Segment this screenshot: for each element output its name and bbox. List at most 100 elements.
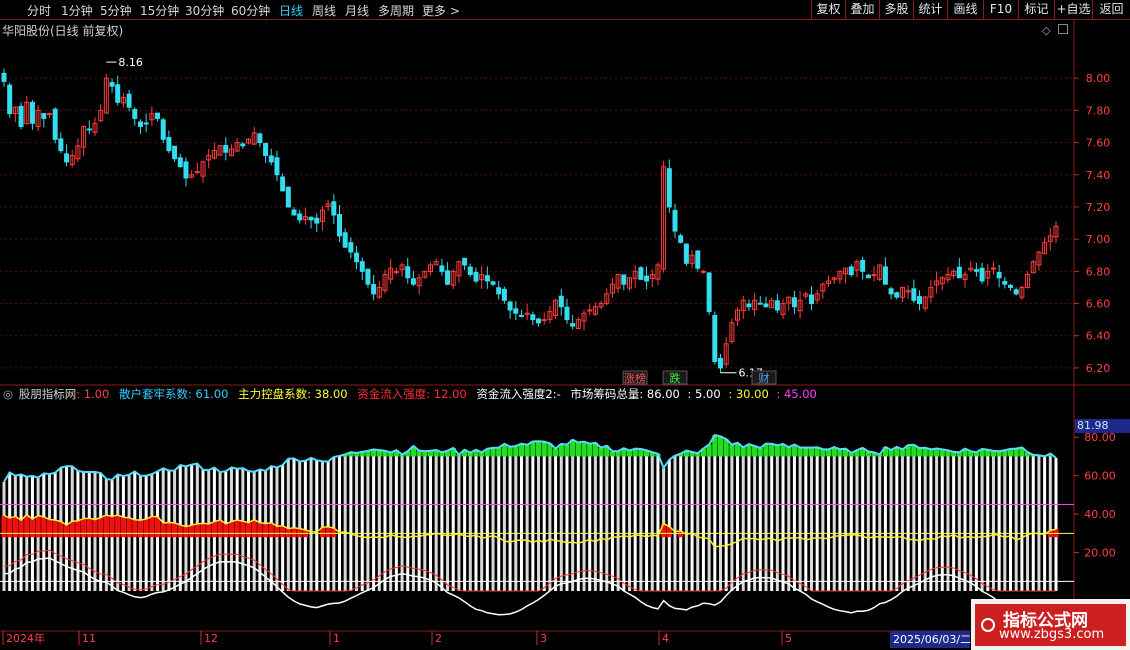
stripe-bar bbox=[696, 453, 700, 591]
stripe-bar bbox=[645, 450, 649, 591]
rbtn-5[interactable]: F10 bbox=[983, 0, 1018, 19]
time-tick-label: 12 bbox=[204, 632, 218, 645]
rbtn-4[interactable]: 画线 bbox=[947, 0, 983, 19]
red-zone-bar bbox=[81, 518, 87, 538]
tab-1[interactable]: 1分钟 bbox=[61, 2, 93, 19]
stripe-bar bbox=[1014, 448, 1018, 591]
rbtn-8[interactable]: 返回 bbox=[1092, 0, 1130, 19]
candle-body bbox=[672, 209, 678, 232]
ind-extra-0: : 5.00 bbox=[687, 387, 721, 401]
stripe-bar bbox=[480, 452, 484, 591]
green-zone-bar bbox=[507, 446, 513, 457]
stripe-bar bbox=[849, 452, 853, 591]
green-zone-bar bbox=[518, 443, 525, 457]
price-tick-label: 6.40 bbox=[1086, 330, 1111, 343]
rbtn-7[interactable]: +自选 bbox=[1054, 0, 1092, 19]
stripe-bar bbox=[502, 443, 506, 591]
candle-body bbox=[570, 323, 576, 327]
indicator-name[interactable]: 股朋指标网 bbox=[19, 387, 77, 401]
tab-2[interactable]: 5分钟 bbox=[100, 2, 132, 19]
rbtn-1[interactable]: 叠加 bbox=[845, 0, 879, 19]
red-zone-bar bbox=[18, 520, 24, 538]
red-zone-bar bbox=[206, 523, 212, 538]
candle-body bbox=[177, 157, 183, 168]
candle-body bbox=[183, 161, 189, 179]
candle-body bbox=[644, 275, 650, 282]
scroll-handle[interactable] bbox=[1058, 24, 1068, 34]
candle-body bbox=[507, 301, 513, 311]
tab-4[interactable]: 30分钟 bbox=[185, 2, 224, 19]
tab-10[interactable]: 更多 > bbox=[422, 2, 460, 19]
tab-6[interactable]: 日线 bbox=[279, 2, 303, 19]
price-tick-label: 8.00 bbox=[1086, 72, 1111, 85]
rbtn-3[interactable]: 统计 bbox=[913, 0, 947, 19]
stripe-bar bbox=[656, 453, 660, 591]
candle-body bbox=[541, 319, 547, 322]
candle-body bbox=[894, 292, 900, 298]
candle-body bbox=[18, 105, 24, 127]
candle-body bbox=[990, 267, 996, 270]
ind-label-1: 散户套牢系数 bbox=[119, 387, 188, 401]
tab-8[interactable]: 月线 bbox=[345, 2, 369, 19]
green-zone-bar bbox=[564, 444, 570, 457]
stripe-bar bbox=[787, 447, 791, 591]
candle-body bbox=[774, 300, 780, 311]
red-zone-bar bbox=[7, 518, 13, 538]
stripe-bar bbox=[861, 447, 865, 591]
chart-canvas[interactable]: 8.00 7.80 7.60 7.40 7.20 7.00 6.80 6.60 6.40 6.20… bbox=[0, 20, 1130, 650]
stripe-bar bbox=[519, 443, 523, 591]
stripe-bar bbox=[838, 449, 842, 591]
tab-0[interactable]: 分时 bbox=[27, 2, 51, 19]
stripe-bar bbox=[713, 435, 717, 591]
tab-9[interactable]: 多周期 bbox=[378, 2, 414, 19]
stripe-bar bbox=[1026, 452, 1030, 591]
candle-body bbox=[354, 252, 360, 263]
stripe-bar bbox=[821, 449, 825, 591]
indicator-settings-icon[interactable]: ◎ bbox=[3, 387, 13, 401]
red-zone-bar bbox=[75, 520, 81, 538]
red-zone-bar bbox=[325, 526, 331, 538]
ind-val-4: - bbox=[556, 387, 561, 401]
stripe-bar bbox=[1037, 455, 1041, 591]
red-zone-bar bbox=[103, 514, 109, 538]
stripe-bar bbox=[889, 449, 893, 591]
red-zone-bar bbox=[35, 515, 41, 538]
candle-body bbox=[484, 275, 490, 282]
time-tick-label: 4 bbox=[662, 632, 669, 645]
tab-3[interactable]: 15分钟 bbox=[140, 2, 179, 19]
stripe-bar bbox=[679, 453, 683, 591]
price-tick-label: 6.20 bbox=[1086, 362, 1111, 375]
stripe-bar bbox=[525, 444, 529, 591]
stripe-bar bbox=[969, 451, 973, 591]
rbtn-0[interactable]: 复权 bbox=[811, 0, 845, 19]
watermark-box: 指标公式网 www.zbgs3.com bbox=[975, 604, 1126, 646]
tab-5[interactable]: 60分钟 bbox=[231, 2, 270, 19]
candle-body bbox=[308, 216, 314, 221]
candle-body bbox=[530, 314, 536, 321]
stripe-bar bbox=[406, 451, 410, 591]
tab-7[interactable]: 周线 bbox=[312, 2, 336, 19]
stripe-bar bbox=[639, 449, 643, 591]
price-tick-label: 7.00 bbox=[1086, 233, 1111, 246]
stripe-bar bbox=[707, 444, 711, 591]
green-zone-bar bbox=[575, 442, 581, 457]
red-zone-bar bbox=[109, 516, 115, 538]
candle-body bbox=[621, 274, 627, 285]
candle-body bbox=[706, 272, 712, 313]
red-zone-bar bbox=[211, 521, 217, 538]
stripe-bar bbox=[781, 443, 785, 591]
rbtn-6[interactable]: 标记 bbox=[1018, 0, 1054, 19]
indicator-header: ◎ 股朋指标网: 1.00 散户套牢系数: 61.00 主力控盘系数: 38.0… bbox=[3, 387, 817, 401]
red-zone-bar bbox=[240, 521, 246, 538]
rbtn-2[interactable]: 多股 bbox=[879, 0, 913, 19]
price-tick-label: 6.80 bbox=[1086, 265, 1111, 278]
ind-extra-1: : 30.00 bbox=[728, 387, 769, 401]
red-zone-bar bbox=[228, 521, 235, 538]
candle-body bbox=[996, 272, 1002, 279]
candle-body bbox=[1002, 280, 1008, 285]
price-tick-label: 7.80 bbox=[1086, 104, 1111, 117]
green-zone-bar bbox=[530, 441, 536, 457]
indicator-axis: 80.00 60.00 40.00 20.00 bbox=[1074, 431, 1116, 560]
expand-icon[interactable]: ◇ bbox=[1042, 24, 1050, 37]
stripe-bar bbox=[394, 450, 398, 591]
